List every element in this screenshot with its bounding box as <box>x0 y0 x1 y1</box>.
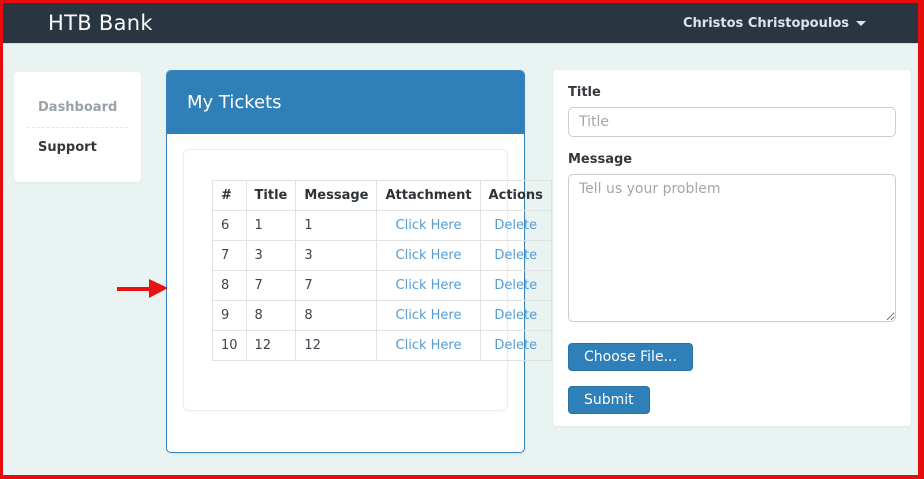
delete-link[interactable]: Delete <box>494 278 537 293</box>
sidebar-item-support[interactable]: Support <box>14 134 141 161</box>
my-tickets-panel: My Tickets # Title Message Attachment Ac… <box>166 70 552 453</box>
ticket-id: 9 <box>212 300 247 331</box>
new-ticket-form: Title Message Choose File... Submit <box>553 70 911 426</box>
table-header-row: # Title Message Attachment Actions <box>212 180 552 211</box>
table-row: 10 12 12 Click Here Delete <box>212 330 552 361</box>
title-label: Title <box>568 85 601 100</box>
top-navbar: HTB Bank Christos Christopoulos <box>3 3 918 44</box>
ticket-id: 8 <box>212 270 247 301</box>
annotated-screenshot: HTB Bank Christos Christopoulos Dashboar… <box>0 0 924 479</box>
table-row: 7 3 3 Click Here Delete <box>212 240 552 271</box>
header-attachment: Attachment <box>376 180 481 211</box>
header-title: Title <box>245 180 297 211</box>
ticket-title: 8 <box>245 300 297 331</box>
ticket-id: 7 <box>212 240 247 271</box>
message-textarea[interactable] <box>568 174 896 322</box>
annotation-arrow <box>117 279 169 298</box>
delete-link[interactable]: Delete <box>494 338 537 353</box>
ticket-id: 6 <box>212 210 247 241</box>
arrow-shaft <box>117 287 151 291</box>
title-input[interactable] <box>568 107 896 137</box>
ticket-title: 12 <box>245 330 297 361</box>
ticket-message: 1 <box>295 210 378 241</box>
table-row: 9 8 8 Click Here Delete <box>212 300 552 331</box>
sidebar-nav: Dashboard Support <box>14 72 141 182</box>
attachment-link[interactable]: Click Here <box>396 278 462 293</box>
attachment-link[interactable]: Click Here <box>396 338 462 353</box>
brand-title: HTB Bank <box>48 11 153 35</box>
delete-link[interactable]: Delete <box>494 248 537 263</box>
ticket-title: 7 <box>245 270 297 301</box>
attachment-link[interactable]: Click Here <box>396 308 462 323</box>
submit-button[interactable]: Submit <box>568 386 650 414</box>
user-name: Christos Christopoulos <box>683 15 849 31</box>
delete-link[interactable]: Delete <box>494 308 537 323</box>
ticket-id: 10 <box>212 330 247 361</box>
header-id: # <box>212 180 247 211</box>
delete-link[interactable]: Delete <box>494 218 537 233</box>
tickets-table: # Title Message Attachment Actions 6 1 1… <box>212 180 552 361</box>
panel-title: My Tickets <box>167 71 524 134</box>
table-row: 6 1 1 Click Here Delete <box>212 210 552 241</box>
attachment-link[interactable]: Click Here <box>396 248 462 263</box>
sidebar-divider <box>27 127 128 128</box>
tickets-table-card: # Title Message Attachment Actions 6 1 1… <box>183 149 552 411</box>
ticket-message: 7 <box>295 270 378 301</box>
header-message: Message <box>295 180 378 211</box>
ticket-title: 1 <box>245 210 297 241</box>
caret-down-icon <box>856 20 866 26</box>
ticket-message: 3 <box>295 240 378 271</box>
attachment-link[interactable]: Click Here <box>396 218 462 233</box>
message-label: Message <box>568 152 633 167</box>
user-dropdown[interactable]: Christos Christopoulos <box>683 3 866 43</box>
ticket-message: 12 <box>295 330 378 361</box>
ticket-message: 8 <box>295 300 378 331</box>
arrow-head <box>149 279 168 298</box>
choose-file-button[interactable]: Choose File... <box>568 343 693 371</box>
header-actions: Actions <box>479 180 552 211</box>
sidebar-item-dashboard[interactable]: Dashboard <box>14 94 141 121</box>
ticket-title: 3 <box>245 240 297 271</box>
table-row: 8 7 7 Click Here Delete <box>212 270 552 301</box>
